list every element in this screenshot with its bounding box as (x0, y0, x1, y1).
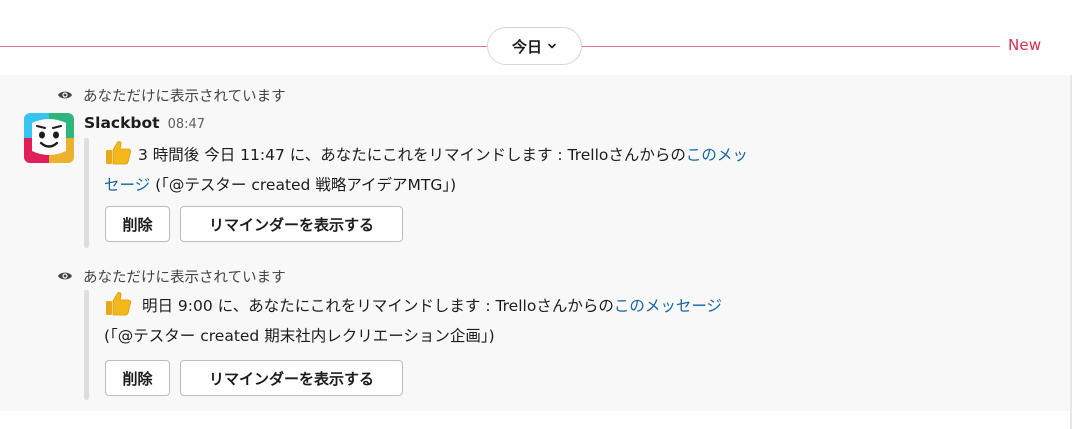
reminder-text: 明日 9:00 に、あなたにこれをリマインドします : Trelloさんからの (142, 297, 614, 315)
thumbs-up-icon (106, 141, 132, 165)
slackbot-avatar[interactable] (24, 113, 74, 163)
delete-button[interactable]: 削除 (105, 360, 170, 396)
message-timestamp[interactable]: 08:47 (168, 117, 205, 132)
date-divider: 今日 New (0, 0, 1072, 75)
ephemeral-notice: あなただけに表示されています (57, 266, 286, 286)
chevron-down-icon (548, 43, 556, 49)
attachment-bar (84, 290, 89, 400)
new-messages-label: New (1008, 36, 1042, 54)
reminder-title: (「@テスター created 期末社内レクリエーション企画」) (104, 327, 495, 345)
delete-button[interactable]: 削除 (105, 206, 170, 242)
eye-icon (58, 91, 72, 99)
eye-icon (58, 272, 72, 280)
message-list: あなただけに表示されています Slackbot 08:47 3 時間後 今日 1… (0, 75, 1070, 411)
attachment-bar (84, 138, 89, 248)
message-header: Slackbot 08:47 (84, 114, 205, 132)
date-jump-button[interactable]: 今日 (487, 27, 582, 65)
date-label: 今日 (511, 38, 542, 56)
message-link-cont[interactable]: セージ (104, 176, 150, 194)
reminder-message-text: 3 時間後 今日 11:47 に、あなたにこれをリマインドします : Trell… (104, 139, 904, 200)
show-reminders-button[interactable]: リマインダーを表示する (180, 206, 403, 242)
message-link[interactable]: このメッセージ (614, 297, 722, 315)
sender-name[interactable]: Slackbot (84, 114, 160, 132)
reminder-message-text: 明日 9:00 に、あなたにこれをリマインドします : Trelloさんからのこ… (104, 290, 904, 351)
message-link[interactable]: このメッ (686, 146, 748, 164)
slackbot-avatar-icon (24, 113, 74, 163)
show-reminders-button[interactable]: リマインダーを表示する (180, 360, 403, 396)
thumbs-up-icon (106, 292, 132, 316)
reminder-title: (「@テスター created 戦略アイデアMTG」) (150, 176, 457, 194)
reminder-text: 3 時間後 今日 11:47 に、あなたにこれをリマインドします : Trell… (138, 146, 686, 164)
ephemeral-notice-text: あなただけに表示されています (83, 269, 286, 286)
ephemeral-notice-text: あなただけに表示されています (83, 88, 286, 105)
ephemeral-notice: あなただけに表示されています (57, 85, 286, 105)
